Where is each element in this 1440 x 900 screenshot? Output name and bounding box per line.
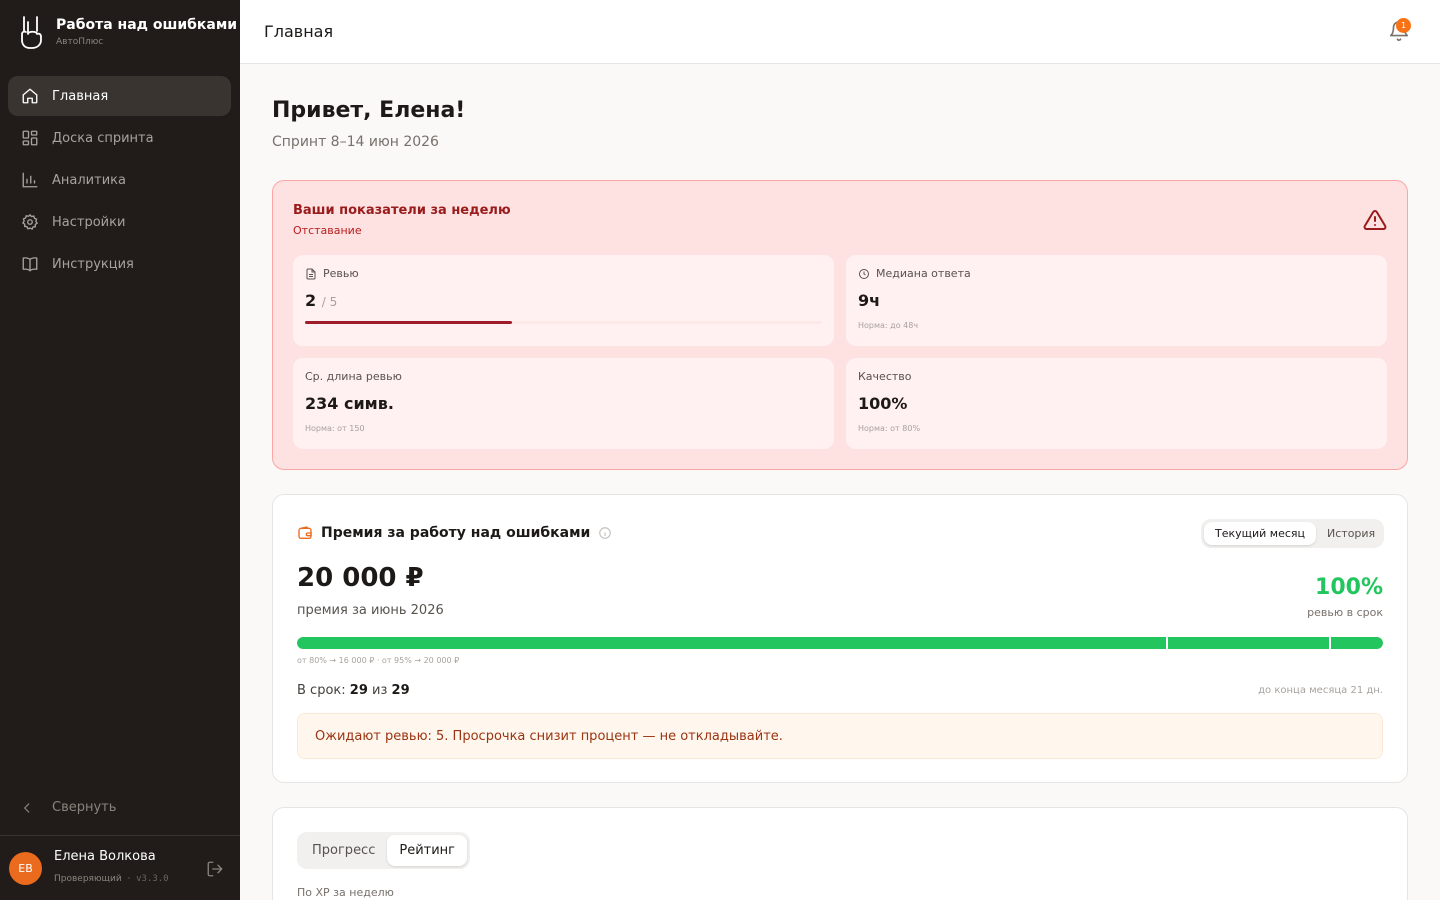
sprint-period: Спринт 8–14 июн 2026 bbox=[272, 134, 439, 150]
weekly-status: Отставание bbox=[293, 224, 362, 237]
sidebar-item-label: Главная bbox=[52, 88, 109, 104]
wallet-icon bbox=[298, 526, 312, 539]
bonus-card: Премия за работу над ошибками Текущий ме… bbox=[272, 494, 1408, 783]
ontime-percent: 100% bbox=[1315, 575, 1383, 600]
weekly-metrics-card: Ваши показатели за неделю Отставание Рев… bbox=[272, 180, 1408, 470]
reviews-progress-bar bbox=[305, 321, 822, 324]
ontime-percent-caption: ревью в срок bbox=[1307, 606, 1383, 619]
metric-value: 100% bbox=[858, 394, 908, 413]
metric-value: 9ч bbox=[858, 291, 881, 310]
metric-norm: Норма: от 150 bbox=[305, 424, 365, 433]
metric-norm: Норма: до 48ч bbox=[858, 321, 919, 330]
info-icon[interactable] bbox=[598, 526, 612, 540]
rating-card: Прогресс Рейтинг По XP за неделю bbox=[272, 807, 1408, 900]
meta-separator: · bbox=[124, 874, 134, 884]
app-title: Работа над ошибками bbox=[56, 17, 238, 33]
metric-norm: Норма: от 80% bbox=[858, 424, 921, 433]
pending-reviews-notice: Ожидают ревью: 5. Просрочка снизит проце… bbox=[297, 713, 1383, 759]
bonus-progress-bar bbox=[297, 637, 1383, 649]
rating-tabs: Прогресс Рейтинг bbox=[297, 832, 470, 869]
sidebar-item-manual[interactable]: Инструкция bbox=[8, 244, 231, 284]
rating-subtitle: По XP за неделю bbox=[297, 886, 394, 899]
warning-icon bbox=[1363, 208, 1387, 236]
bonus-header: Премия за работу над ошибками bbox=[297, 525, 612, 541]
chevron-left-icon bbox=[23, 802, 30, 813]
sidebar-item-home[interactable]: Главная bbox=[8, 76, 231, 116]
user-role: Проверяющий bbox=[54, 874, 122, 884]
weekly-metrics-title: Ваши показатели за неделю bbox=[293, 203, 511, 218]
top-bar: Главная 1 bbox=[240, 0, 1440, 64]
gear-icon bbox=[20, 212, 40, 232]
home-icon bbox=[20, 86, 40, 106]
rock-hand-logo-icon bbox=[16, 14, 46, 50]
threshold-marker bbox=[1328, 637, 1331, 649]
ontime-count: В срок: 29 из 29 bbox=[297, 683, 410, 698]
ontime-done: 29 bbox=[349, 683, 368, 698]
bonus-period-toggle: Текущий месяц История bbox=[1201, 519, 1384, 548]
sidebar-item-label: Аналитика bbox=[52, 172, 126, 188]
sidebar: Работа над ошибками АвтоПлюс Главная Дос… bbox=[0, 0, 240, 900]
metric-value: 234 симв. bbox=[305, 394, 394, 413]
bonus-thresholds: от 80% → 16 000 ₽ · от 95% → 20 000 ₽ bbox=[297, 656, 460, 665]
days-left: до конца месяца 21 дн. bbox=[1258, 685, 1383, 696]
app-version: v3.3.0 bbox=[136, 874, 169, 884]
metric-quality: Качество 100% Норма: от 80% bbox=[846, 358, 1387, 449]
sidebar-item-label: Инструкция bbox=[52, 256, 134, 272]
brand[interactable]: Работа над ошибками АвтоПлюс bbox=[16, 14, 237, 50]
metric-label: Качество bbox=[858, 370, 912, 383]
notification-badge: 1 bbox=[1396, 18, 1411, 33]
sidebar-item-settings[interactable]: Настройки bbox=[8, 202, 231, 242]
tab-progress[interactable]: Прогресс bbox=[300, 835, 387, 866]
tab-rating[interactable]: Рейтинг bbox=[387, 835, 467, 866]
reviews-progress-fill bbox=[305, 321, 512, 324]
sidebar-item-sprint-board[interactable]: Доска спринта bbox=[8, 118, 231, 158]
ontime-total: 29 bbox=[391, 683, 410, 698]
metric-median-response: Медиана ответа 9ч Норма: до 48ч bbox=[846, 255, 1387, 346]
metric-value: 2 / 5 bbox=[305, 291, 337, 310]
clock-icon bbox=[859, 268, 869, 279]
page-title: Главная bbox=[264, 22, 334, 41]
app-subtitle: АвтоПлюс bbox=[56, 37, 104, 47]
metric-reviews: Ревью 2 / 5 bbox=[293, 255, 834, 346]
sidebar-item-analytics[interactable]: Аналитика bbox=[8, 160, 231, 200]
ontime-prefix: В срок: bbox=[297, 683, 346, 698]
user-name: Елена Волкова bbox=[54, 849, 156, 864]
metric-avg-length: Ср. длина ревью 234 симв. Норма: от 150 bbox=[293, 358, 834, 449]
sidebar-nav: Главная Доска спринта Аналитика Настройк… bbox=[8, 76, 231, 286]
logout-icon[interactable] bbox=[206, 860, 224, 882]
bonus-title: Премия за работу над ошибками bbox=[321, 525, 591, 541]
metric-label: Медиана ответа bbox=[858, 267, 971, 280]
metric-label: Ср. длина ревью bbox=[305, 370, 402, 383]
bonus-amount: 20 000 ₽ bbox=[297, 563, 424, 593]
metric-label-text: Ревью bbox=[323, 267, 359, 280]
greeting: Привет, Елена! bbox=[272, 98, 466, 123]
tab-current-month[interactable]: Текущий месяц bbox=[1204, 522, 1317, 545]
metric-label: Ревью bbox=[305, 267, 359, 280]
collapse-label: Свернуть bbox=[52, 800, 117, 815]
chart-icon bbox=[20, 170, 40, 190]
user-meta: Проверяющий · v3.3.0 bbox=[54, 874, 169, 884]
book-icon bbox=[20, 254, 40, 274]
sidebar-item-label: Настройки bbox=[52, 214, 126, 230]
user-panel: ЕВ Елена Волкова Проверяющий · v3.3.0 bbox=[0, 835, 240, 900]
avatar[interactable]: ЕВ bbox=[9, 852, 42, 885]
board-icon bbox=[20, 128, 40, 148]
tab-history[interactable]: История bbox=[1316, 522, 1386, 545]
ontime-mid: из bbox=[372, 683, 388, 698]
bonus-progress-fill bbox=[297, 637, 1383, 649]
collapse-sidebar-button[interactable]: Свернуть bbox=[20, 800, 116, 815]
reviews-target: / 5 bbox=[321, 295, 338, 309]
sidebar-item-label: Доска спринта bbox=[52, 130, 154, 146]
bonus-amount-caption: премия за июнь 2026 bbox=[297, 603, 444, 618]
threshold-marker bbox=[1165, 637, 1168, 649]
metric-label-text: Медиана ответа bbox=[876, 267, 971, 280]
document-icon bbox=[306, 268, 316, 279]
reviews-done: 2 bbox=[305, 291, 317, 310]
